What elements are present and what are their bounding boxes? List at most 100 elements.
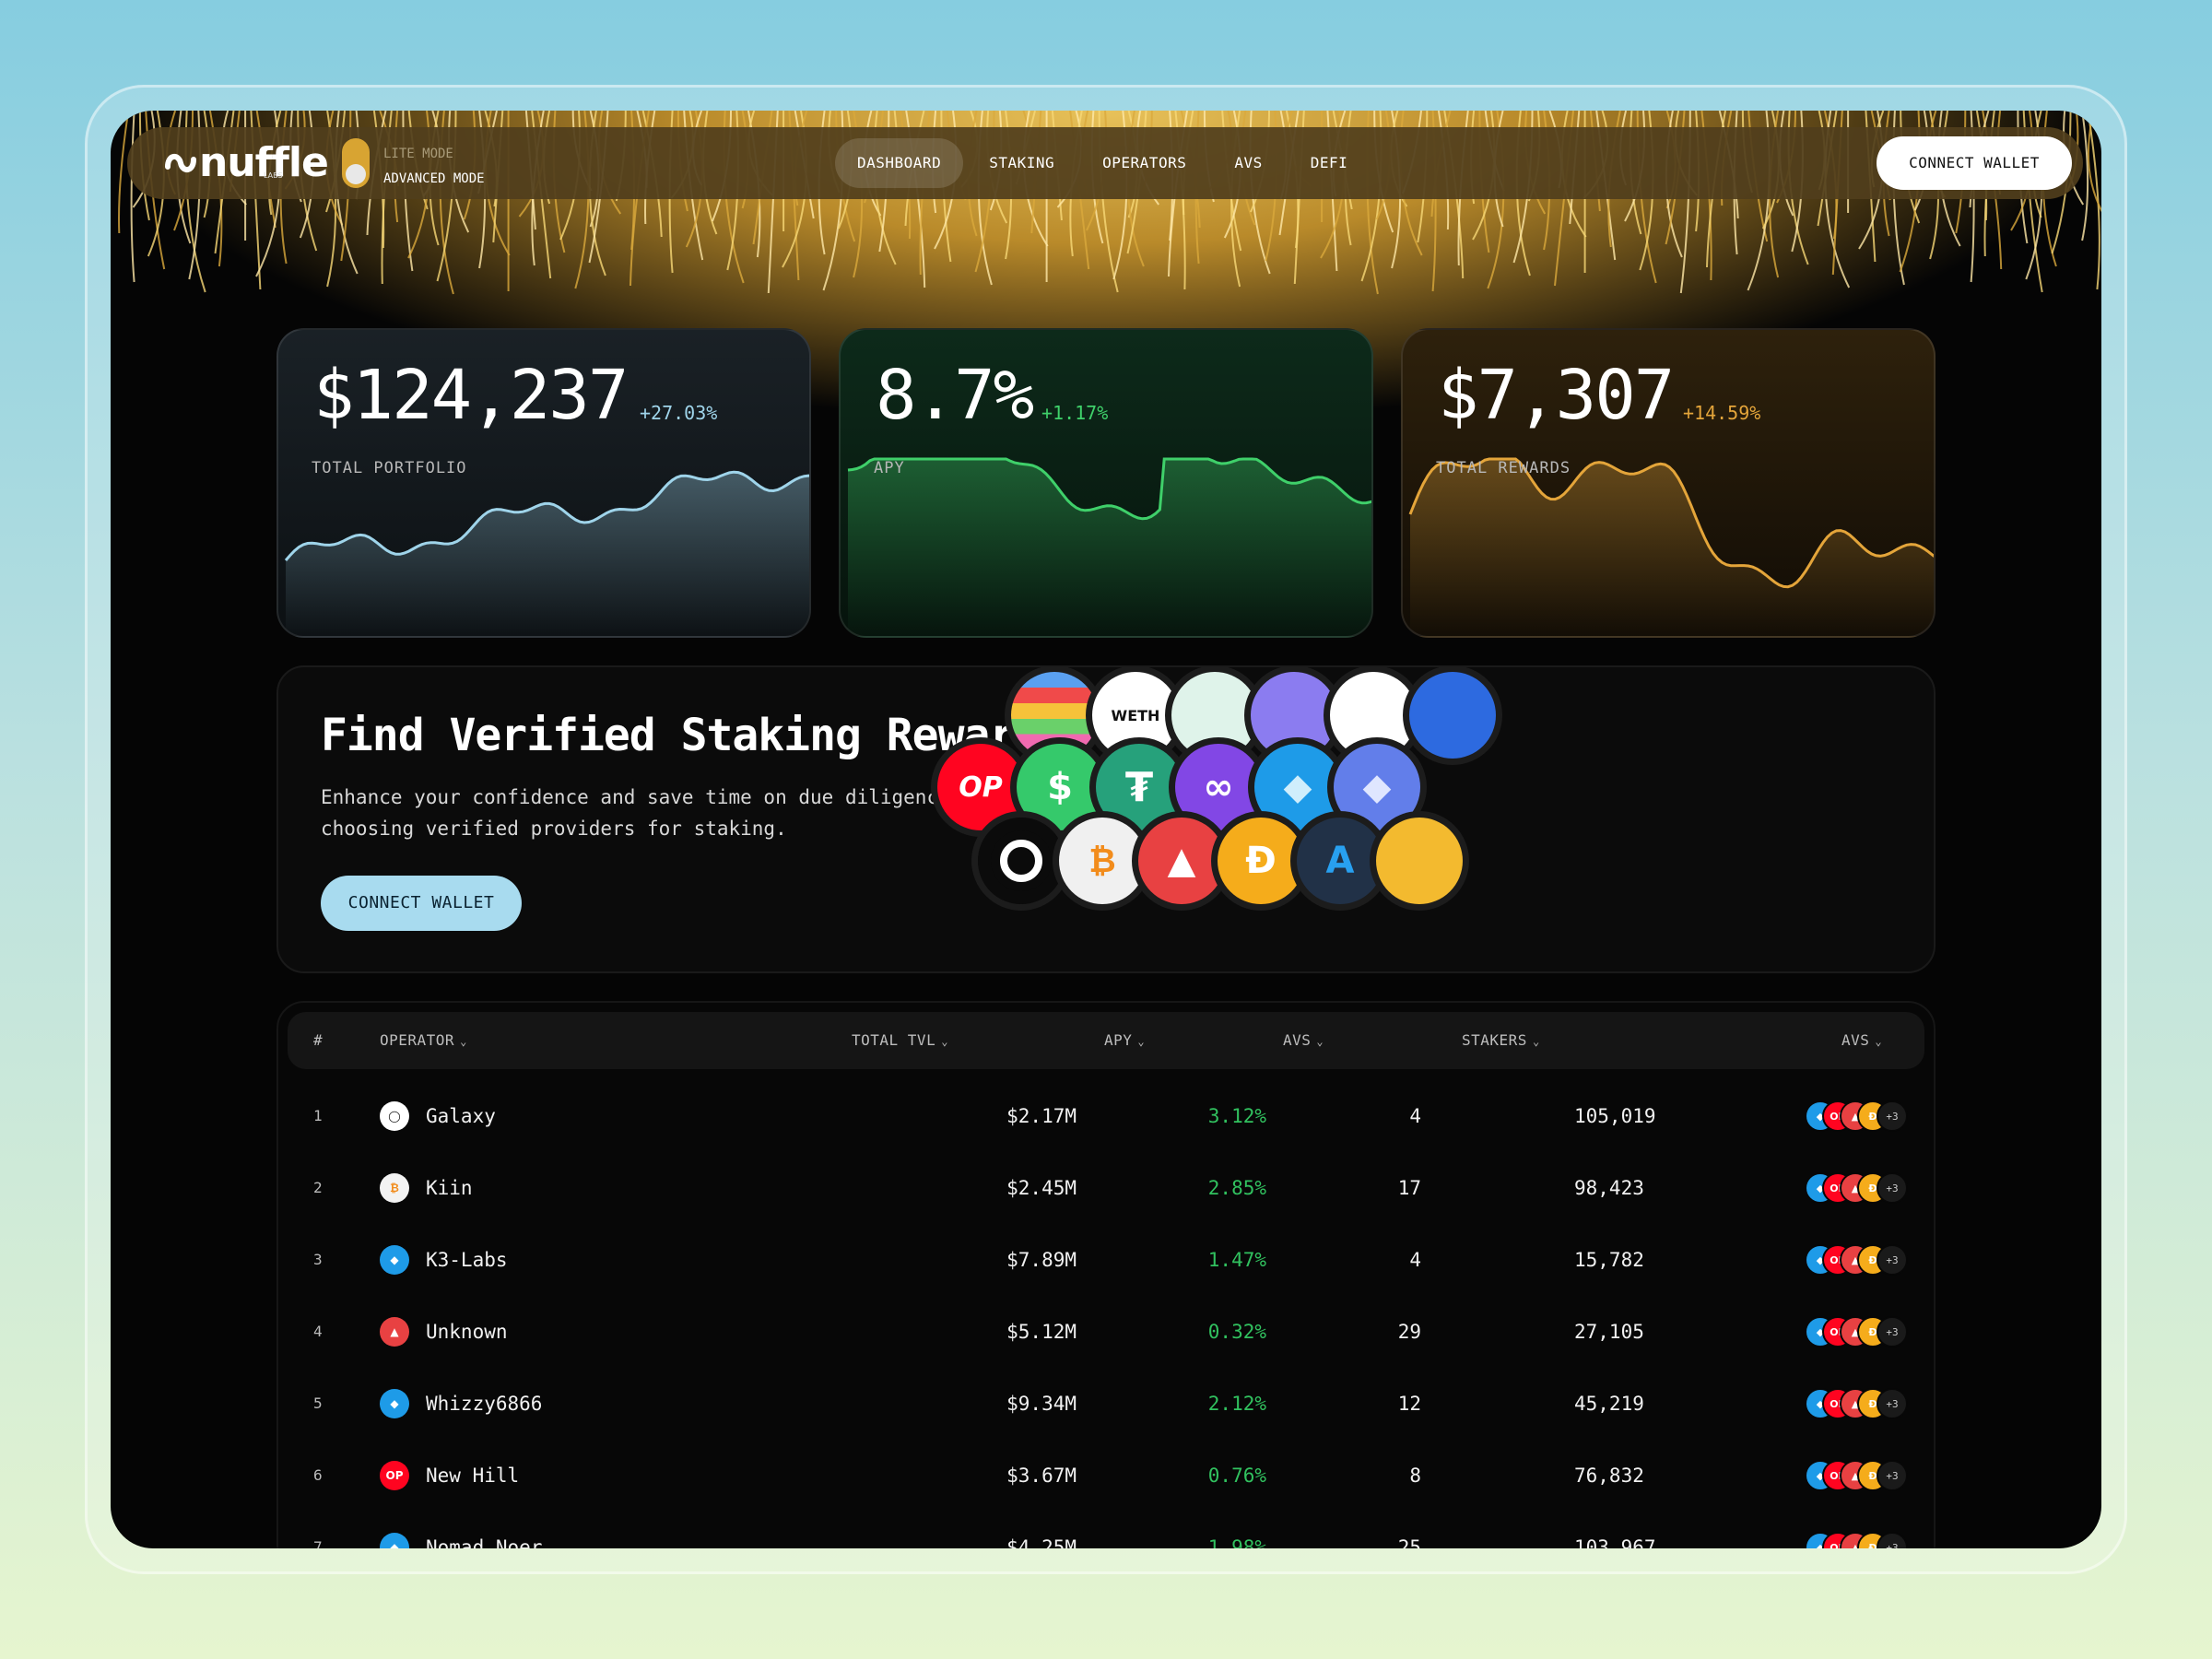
col-stakers[interactable]: STAKERS ⌄ xyxy=(1462,1012,1540,1070)
op-icon: OP xyxy=(380,1461,409,1490)
table-row[interactable]: 1 ◯ Galaxy $2.17M 3.12% 4 105,019 ◆ OP ▲ Đ +3 xyxy=(278,1080,1934,1152)
total-tvl: $3.67M xyxy=(1006,1465,1077,1487)
apy-value: 1.98% xyxy=(1207,1536,1266,1548)
col-avs-label: AVS xyxy=(1841,1031,1870,1049)
avs-count: 4 xyxy=(1409,1249,1421,1271)
avalanche-icon-glyph: ▲ xyxy=(1167,840,1196,882)
table-row[interactable]: 7 ◆ Nomad Noer $4.25M 1.98% 25 103,967 ◆ OP ▲ Đ +3 xyxy=(278,1512,1934,1548)
advanced-mode-label[interactable]: ADVANCED MODE xyxy=(383,167,485,192)
drop-icon: ◆ xyxy=(380,1245,409,1275)
avs-count: 8 xyxy=(1409,1465,1421,1487)
operator-name: K3-Labs xyxy=(426,1249,508,1271)
row-index: 4 xyxy=(313,1323,323,1340)
avs-more-count: +3 xyxy=(1877,1388,1908,1419)
stat-value: 8.7% xyxy=(876,356,1034,435)
operator-name: Nomad Noer xyxy=(426,1536,543,1548)
grass-blade xyxy=(130,111,135,283)
polygon-icon-glyph: ∞ xyxy=(1203,766,1234,808)
bitcoin-icon-glyph: ₿ xyxy=(1088,842,1116,880)
apy-value: 0.32% xyxy=(1207,1321,1266,1343)
chevron-down-icon: ⌄ xyxy=(1532,1035,1540,1048)
avs-count: 12 xyxy=(1397,1393,1421,1415)
apy-value: 2.85% xyxy=(1207,1177,1266,1199)
avs-count: 25 xyxy=(1397,1536,1421,1548)
col-tvl[interactable]: TOTAL TVL ⌄ xyxy=(852,1012,948,1070)
operator-name: Unknown xyxy=(426,1321,508,1343)
ring-icon xyxy=(978,818,1065,904)
col-operator-label: OPERATOR xyxy=(380,1031,455,1049)
stakers-count: 45,219 xyxy=(1574,1393,1644,1415)
stat-label: TOTAL REWARDS xyxy=(1436,459,1571,477)
col-index: # xyxy=(313,1031,324,1049)
lite-mode-label[interactable]: LITE MODE xyxy=(383,142,485,167)
apy-value: 2.12% xyxy=(1207,1393,1266,1415)
stat-value: $124,237 xyxy=(313,356,629,435)
mode-toggle-knob xyxy=(346,164,366,184)
col-apy-label: APY xyxy=(1104,1031,1133,1049)
nav-avs[interactable]: AVS xyxy=(1212,138,1284,188)
lido-eth-icon-glyph: ◆ xyxy=(1283,766,1312,808)
find-rewards-panel: Find Verified Staking Rewards Enhance yo… xyxy=(276,665,1936,973)
nav-defi[interactable]: DEFI xyxy=(1288,138,1371,188)
total-tvl: $7.89M xyxy=(1006,1249,1077,1271)
grass-blade xyxy=(2081,111,2089,241)
apy-card[interactable]: 8.7% +1.17% APY xyxy=(839,328,1373,638)
nav-links: DASHBOARD STAKING OPERATORS AVS DEFI xyxy=(835,138,1370,188)
stat-delta: +27.03% xyxy=(640,402,718,424)
table-row[interactable]: 5 ◆ Whizzy6866 $9.34M 2.12% 12 45,219 ◆ OP ▲ Đ +3 xyxy=(278,1368,1934,1440)
tether-icon-glyph: ₮ xyxy=(1124,763,1154,811)
row-index: 2 xyxy=(313,1179,323,1196)
table-row[interactable]: 3 ◆ K3-Labs $7.89M 1.47% 4 15,782 ◆ OP ▲ Đ +3 xyxy=(278,1224,1934,1296)
apy-value: 0.76% xyxy=(1207,1465,1266,1487)
stakers-count: 98,423 xyxy=(1574,1177,1644,1199)
col-operator[interactable]: OPERATOR ⌄ xyxy=(380,1012,467,1070)
mode-toggle[interactable] xyxy=(342,138,370,188)
stat-label: APY xyxy=(874,459,905,477)
table-row[interactable]: 2 ₿ Kiin $2.45M 2.85% 17 98,423 ◆ OP ▲ Đ +3 xyxy=(278,1152,1934,1224)
logo-subtext: LABS xyxy=(264,171,283,180)
dai-icon-glyph: Đ xyxy=(1245,840,1277,882)
row-index: 6 xyxy=(313,1466,323,1484)
apy-value: 1.47% xyxy=(1207,1249,1266,1271)
partial-blue-icon-token[interactable] xyxy=(1403,667,1502,765)
nav-staking[interactable]: STAKING xyxy=(967,138,1077,188)
nav-operators[interactable]: OPERATORS xyxy=(1080,138,1208,188)
operators-table: # OPERATOR ⌄ TOTAL TVL ⌄ APY ⌄ AVS ⌄ STAKERS… xyxy=(276,1001,1936,1548)
stakers-count: 15,782 xyxy=(1574,1249,1644,1271)
table-row[interactable]: 6 OP New Hill $3.67M 0.76% 8 76,832 ◆ OP ▲ Đ +3 xyxy=(278,1440,1934,1512)
col-avs[interactable]: AVS ⌄ xyxy=(1841,1012,1882,1070)
op-icon-glyph: OP xyxy=(959,771,1003,804)
operator-name: Whizzy6866 xyxy=(426,1393,543,1415)
find-connect-wallet-button[interactable]: CONNECT WALLET xyxy=(321,876,522,931)
chevron-down-icon: ⌄ xyxy=(1137,1035,1146,1048)
row-index: 1 xyxy=(313,1107,323,1124)
stakers-count: 103,967 xyxy=(1574,1536,1656,1548)
stat-value: $7,307 xyxy=(1438,356,1675,435)
col-avs-count[interactable]: AVS ⌄ xyxy=(1283,1012,1324,1070)
weth-icon-glyph: WETH xyxy=(1111,706,1160,724)
partial-yellow-icon-token[interactable] xyxy=(1370,811,1469,911)
row-index: 7 xyxy=(313,1538,323,1548)
app-window: nuffle LABS LITE MODE ADVANCED MODE DASH… xyxy=(111,111,2101,1548)
col-stakers-label: STAKERS xyxy=(1462,1031,1527,1049)
total-rewards-card[interactable]: $7,307 +14.59% TOTAL REWARDS xyxy=(1401,328,1936,638)
logo[interactable]: nuffle xyxy=(164,140,329,186)
connect-wallet-button[interactable]: CONNECT WALLET xyxy=(1877,136,2072,190)
sparkline-area xyxy=(1410,459,1934,636)
avs-more-count: +3 xyxy=(1877,1316,1908,1347)
top-navbar: nuffle LABS LITE MODE ADVANCED MODE DASH… xyxy=(127,127,2083,199)
grass-blade xyxy=(118,111,130,234)
row-index: 3 xyxy=(313,1251,323,1268)
table-row[interactable]: 4 ▲ Unknown $5.12M 0.32% 29 27,105 ◆ OP ▲ Đ +3 xyxy=(278,1296,1934,1368)
total-tvl: $4.25M xyxy=(1006,1536,1077,1548)
total-tvl: $2.17M xyxy=(1006,1105,1077,1127)
avs-more-count: +3 xyxy=(1877,1244,1908,1276)
avs-count: 4 xyxy=(1409,1105,1421,1127)
col-apy[interactable]: APY ⌄ xyxy=(1104,1012,1145,1070)
nav-dashboard[interactable]: DASHBOARD xyxy=(835,138,964,188)
total-portfolio-card[interactable]: $124,237 +27.03% TOTAL PORTFOLIO xyxy=(276,328,811,638)
operator-name: Galaxy xyxy=(426,1105,496,1127)
avs-count: 17 xyxy=(1397,1177,1421,1199)
col-avs-count-label: AVS xyxy=(1283,1031,1312,1049)
celo-dollar-icon-glyph: $ xyxy=(1047,766,1073,808)
